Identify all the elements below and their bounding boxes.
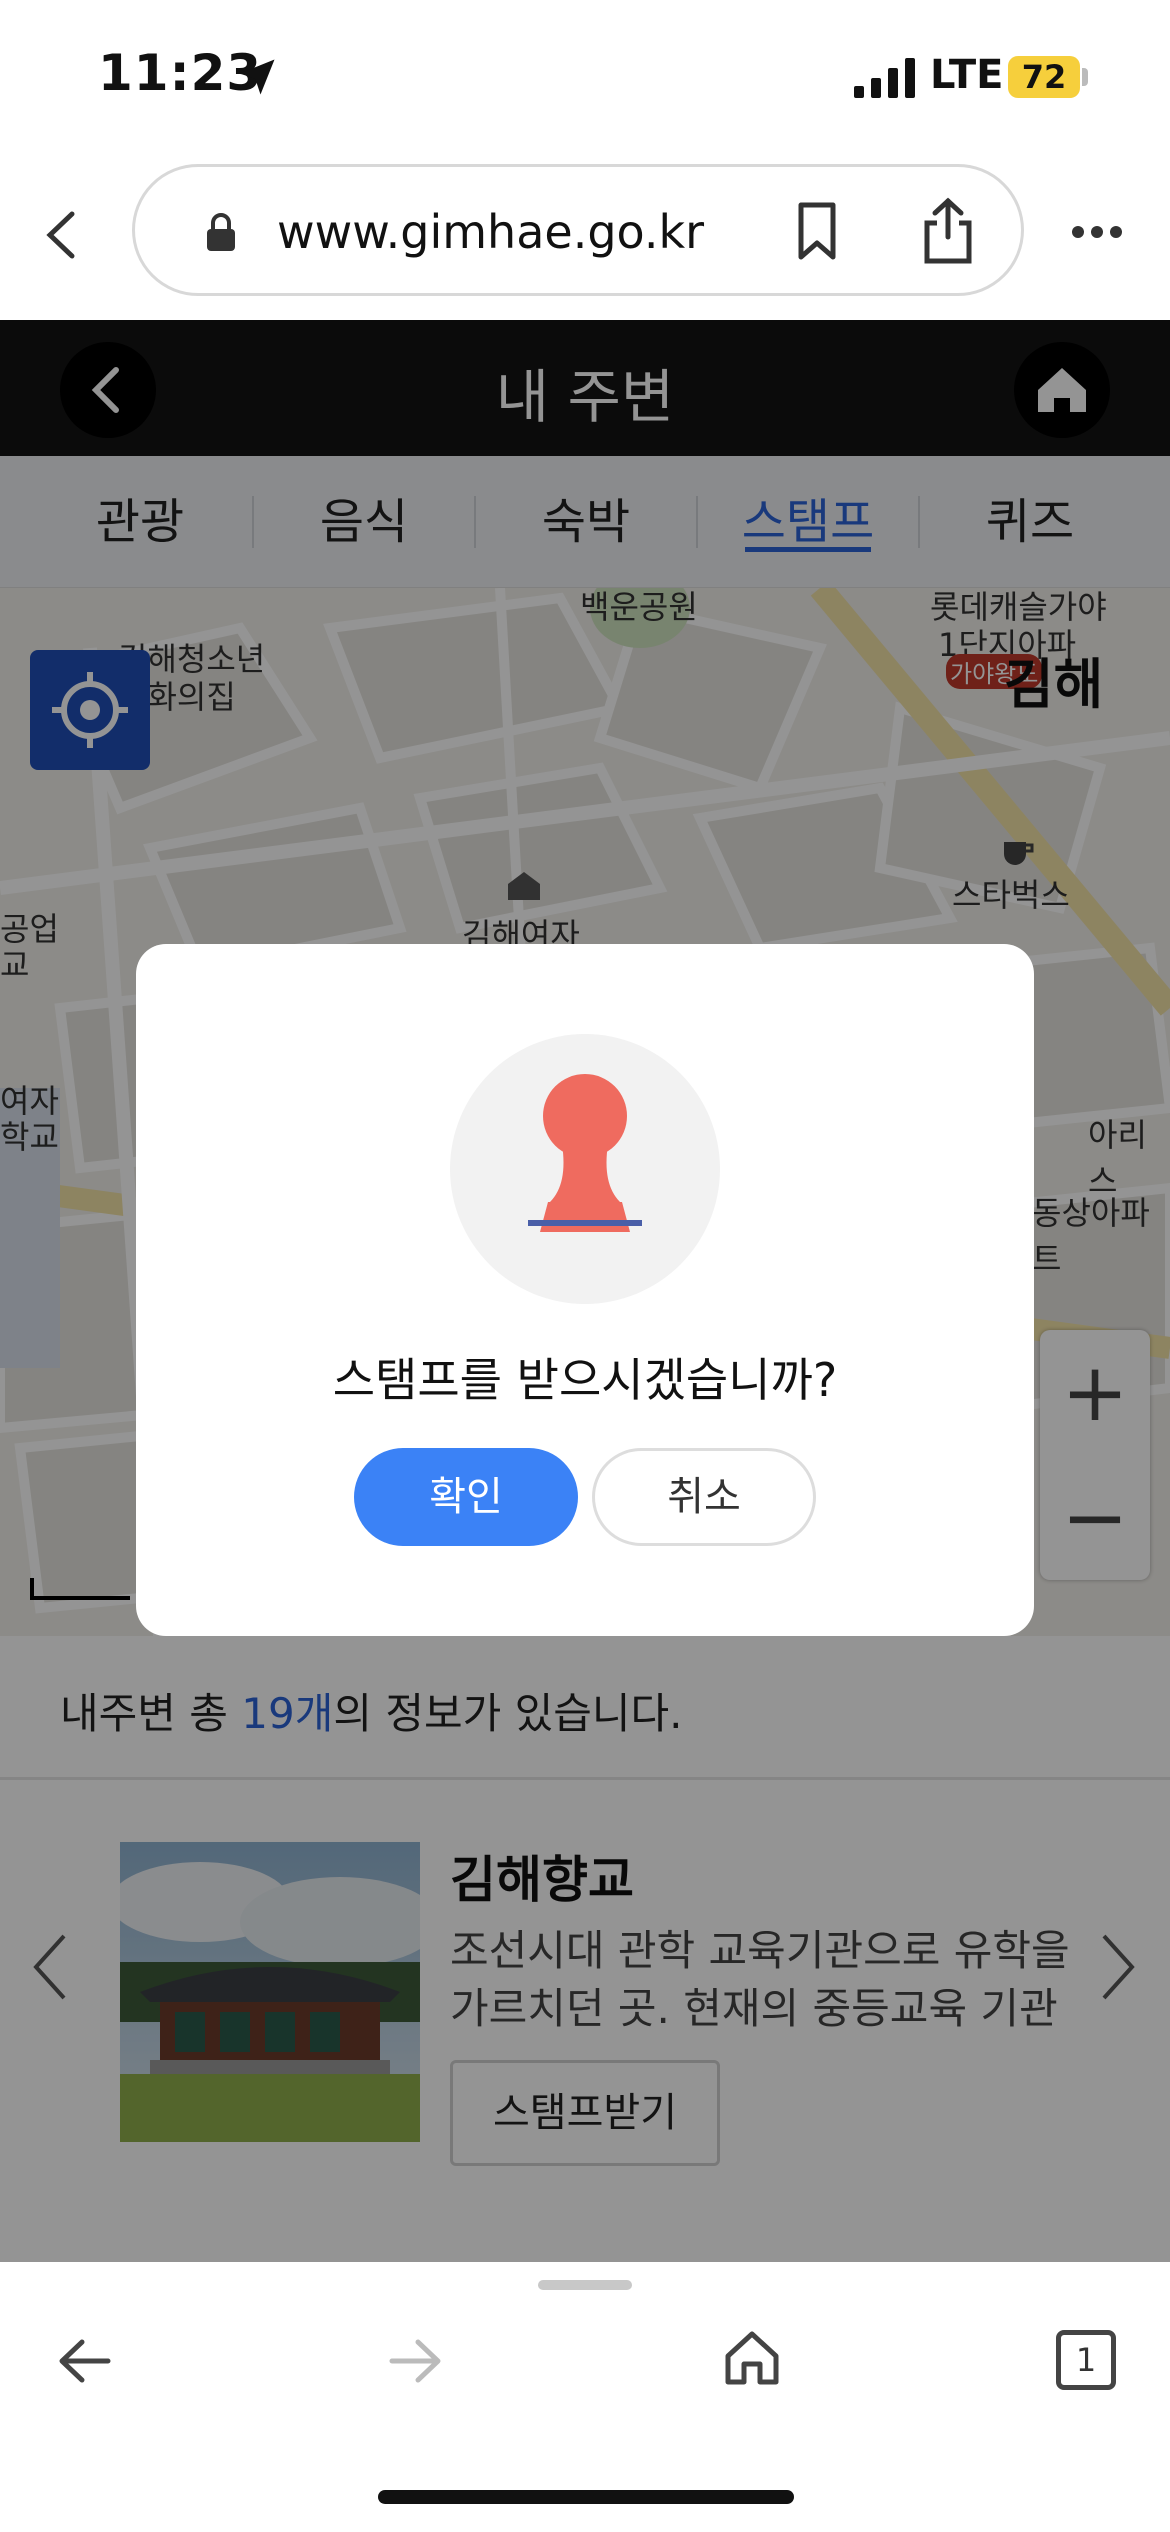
location-arrow-icon	[239, 59, 275, 95]
stamp-illustration	[450, 1034, 720, 1304]
bookmark-icon[interactable]	[795, 201, 839, 261]
home-icon[interactable]	[724, 2330, 780, 2386]
battery-indicator: 72	[1008, 56, 1080, 98]
web-page: 내 주변 관광 음식 숙박 스탬프 퀴즈 김해청소년 문화의집 백운공원 롯데캐…	[0, 320, 1170, 2262]
battery-tip	[1082, 68, 1088, 86]
lock-icon	[207, 213, 235, 251]
stamp-icon	[528, 1074, 642, 1232]
share-icon[interactable]	[921, 197, 975, 265]
address-bar[interactable]: www.gimhae.go.kr	[132, 164, 1024, 296]
tab-switcher-button[interactable]: 1	[1056, 2330, 1116, 2390]
url-text[interactable]: www.gimhae.go.kr	[277, 205, 704, 259]
confirm-button[interactable]: 확인	[354, 1448, 578, 1546]
sheet-grabber[interactable]	[538, 2280, 632, 2290]
browser-back-chevron-icon[interactable]	[42, 210, 82, 260]
stamp-confirm-dialog: 스탬프를 받으시겠습니까? 확인 취소	[136, 944, 1034, 1636]
signal-icon	[854, 58, 915, 98]
back-arrow-icon[interactable]	[58, 2338, 112, 2384]
forward-arrow-icon[interactable]	[388, 2338, 442, 2384]
browser-bottom-toolbar: 1	[0, 2262, 1170, 2532]
dialog-message: 스탬프를 받으시겠습니까?	[332, 1353, 838, 1407]
home-indicator	[378, 2490, 794, 2504]
network-type: LTE	[930, 52, 1004, 98]
more-icon[interactable]	[1070, 222, 1124, 242]
status-bar: 11:23 LTE 72	[0, 0, 1170, 150]
browser-address-row: www.gimhae.go.kr	[0, 150, 1170, 320]
cancel-button[interactable]: 취소	[592, 1448, 816, 1546]
